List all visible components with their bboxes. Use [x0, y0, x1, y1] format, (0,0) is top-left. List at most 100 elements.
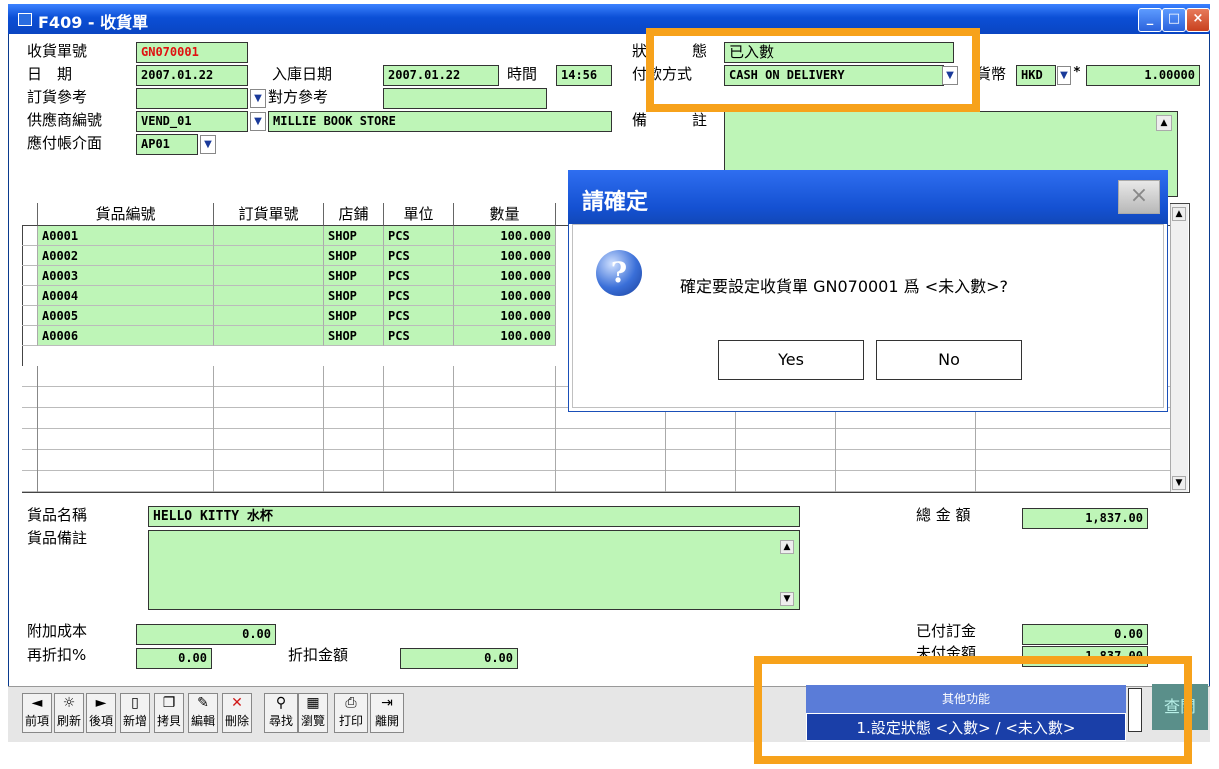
- rate-mark: *: [1073, 65, 1081, 80]
- cell-unit[interactable]: PCS: [384, 226, 454, 246]
- toolbar-button-print[interactable]: ⎙ 打印: [334, 693, 368, 733]
- discount-amt-field[interactable]: 0.00: [400, 648, 518, 669]
- col-header-item-no[interactable]: 貨品編號: [38, 203, 214, 226]
- cell-unit[interactable]: PCS: [384, 286, 454, 306]
- cell-item-no[interactable]: A0003: [38, 266, 214, 286]
- item-remark-scroll-down-icon[interactable]: ▼: [780, 592, 794, 606]
- status-highlight-box: [646, 28, 980, 112]
- paid-deposit-field: 0.00: [1022, 624, 1148, 645]
- ap-field[interactable]: AP01: [136, 134, 198, 155]
- toolbar-button-edit[interactable]: ✎ 編輯: [188, 693, 218, 733]
- cell-item-no[interactable]: A0006: [38, 326, 214, 346]
- cell-order-no[interactable]: [214, 306, 324, 326]
- row-selector[interactable]: [22, 286, 38, 306]
- toolbar-button-find[interactable]: ⚲ 尋找: [264, 693, 298, 733]
- toolbar-button-copy[interactable]: ❐ 拷貝: [154, 693, 184, 733]
- cell-qty[interactable]: 100.000: [454, 286, 556, 306]
- rediscount-field[interactable]: 0.00: [136, 648, 212, 669]
- toolbar-button-next[interactable]: ► 後項: [86, 693, 116, 733]
- cell-unit[interactable]: PCS: [384, 246, 454, 266]
- row-selector[interactable]: [22, 266, 38, 286]
- col-header-shop[interactable]: 店鋪: [324, 203, 384, 226]
- toolbar-button-label: 刪除: [224, 714, 249, 728]
- grid-scroll-down-icon[interactable]: ▼: [1172, 476, 1186, 490]
- title-bar[interactable]: F409 - 收貨單 _ □ ×: [8, 4, 1210, 34]
- cell-shop[interactable]: SHOP: [324, 286, 384, 306]
- item-remark-scroll-up-icon[interactable]: ▲: [780, 540, 794, 554]
- ap-dropdown-icon[interactable]: ▼: [200, 135, 216, 154]
- dialog-close-icon[interactable]: ×: [1118, 180, 1160, 214]
- order-ref-field[interactable]: [136, 88, 248, 109]
- toolbar-button-prev[interactable]: ◄ 前項: [22, 693, 52, 733]
- cell-qty[interactable]: 100.000: [454, 306, 556, 326]
- date-field[interactable]: 2007.01.22: [136, 65, 248, 86]
- grid-scroll-up-icon[interactable]: ▲: [1172, 207, 1186, 221]
- order-ref-dropdown-icon[interactable]: ▼: [250, 89, 266, 108]
- cell-order-no[interactable]: [214, 246, 324, 266]
- window-title: F409 - 收貨單: [38, 13, 149, 32]
- rediscount-label: 再折扣%: [27, 646, 87, 664]
- cell-item-no[interactable]: A0002: [38, 246, 214, 266]
- toolbar-button-new[interactable]: ▯ 新增: [120, 693, 150, 733]
- grid-scrollbar[interactable]: [1170, 204, 1188, 492]
- col-header-unit[interactable]: 單位: [384, 203, 454, 226]
- cell-item-no[interactable]: A0004: [38, 286, 214, 306]
- cell-order-no[interactable]: [214, 326, 324, 346]
- close-button[interactable]: ×: [1186, 8, 1210, 32]
- rate-field[interactable]: 1.00000: [1086, 65, 1200, 86]
- cell-qty[interactable]: 100.000: [454, 266, 556, 286]
- row-selector[interactable]: [22, 326, 38, 346]
- cell-item-no[interactable]: A0001: [38, 226, 214, 246]
- cell-unit[interactable]: PCS: [384, 306, 454, 326]
- col-header-qty[interactable]: 數量: [454, 203, 556, 226]
- dialog-title-bar[interactable]: 請確定 ×: [568, 170, 1168, 224]
- toolbar-button-delete[interactable]: ✕ 刪除: [222, 693, 252, 733]
- row-selector[interactable]: [22, 306, 38, 326]
- cell-shop[interactable]: SHOP: [324, 246, 384, 266]
- question-icon: ?: [596, 250, 642, 296]
- item-name-field: HELLO KITTY 水杯: [148, 506, 800, 527]
- toolbar-button-exit[interactable]: ⇥ 離開: [370, 693, 404, 733]
- remark-scroll-up-icon[interactable]: ▲: [1156, 115, 1172, 131]
- vendor-no-field[interactable]: VEND_01: [136, 111, 248, 132]
- item-remark-field[interactable]: [148, 530, 800, 610]
- cell-item-no[interactable]: A0005: [38, 306, 214, 326]
- in-date-field[interactable]: 2007.01.22: [383, 65, 499, 86]
- extra-cost-field[interactable]: 0.00: [136, 624, 276, 645]
- edit-icon: ✎: [197, 695, 209, 711]
- toolbar-button-label: 後項: [88, 714, 113, 728]
- cell-order-no[interactable]: [214, 266, 324, 286]
- cell-qty[interactable]: 100.000: [454, 326, 556, 346]
- counter-ref-field[interactable]: [383, 88, 547, 109]
- cell-order-no[interactable]: [214, 226, 324, 246]
- grid-vline: [383, 366, 384, 492]
- no-button[interactable]: No: [876, 340, 1022, 380]
- cell-qty[interactable]: 100.000: [454, 226, 556, 246]
- cell-unit[interactable]: PCS: [384, 266, 454, 286]
- cell-shop[interactable]: SHOP: [324, 306, 384, 326]
- cell-shop[interactable]: SHOP: [324, 326, 384, 346]
- yes-button[interactable]: Yes: [718, 340, 864, 380]
- vendor-dropdown-icon[interactable]: ▼: [250, 112, 266, 131]
- row-selector[interactable]: [22, 246, 38, 266]
- cell-shop[interactable]: SHOP: [324, 226, 384, 246]
- minimize-button[interactable]: _: [1138, 8, 1162, 32]
- currency-dropdown-icon[interactable]: ▼: [1057, 66, 1071, 85]
- menu-highlight-box: [754, 656, 1192, 764]
- window-icon: [18, 13, 32, 26]
- cell-unit[interactable]: PCS: [384, 326, 454, 346]
- grid-vline: [37, 366, 38, 492]
- cell-order-no[interactable]: [214, 286, 324, 306]
- receipt-no-field[interactable]: GN070001: [136, 42, 248, 63]
- cell-qty[interactable]: 100.000: [454, 246, 556, 266]
- toolbar-button-refresh[interactable]: ☼ 刷新: [54, 693, 84, 733]
- cell-shop[interactable]: SHOP: [324, 266, 384, 286]
- currency-field[interactable]: HKD: [1016, 65, 1056, 86]
- toolbar-button-browse[interactable]: ▦ 瀏覽: [298, 693, 328, 733]
- grid-vline: [555, 366, 556, 492]
- col-header-order-no[interactable]: 訂貨單號: [214, 203, 324, 226]
- order-ref-label: 訂貨參考: [27, 88, 88, 106]
- row-selector[interactable]: [22, 226, 38, 246]
- time-field[interactable]: 14:56: [556, 65, 612, 86]
- maximize-button[interactable]: □: [1162, 8, 1186, 32]
